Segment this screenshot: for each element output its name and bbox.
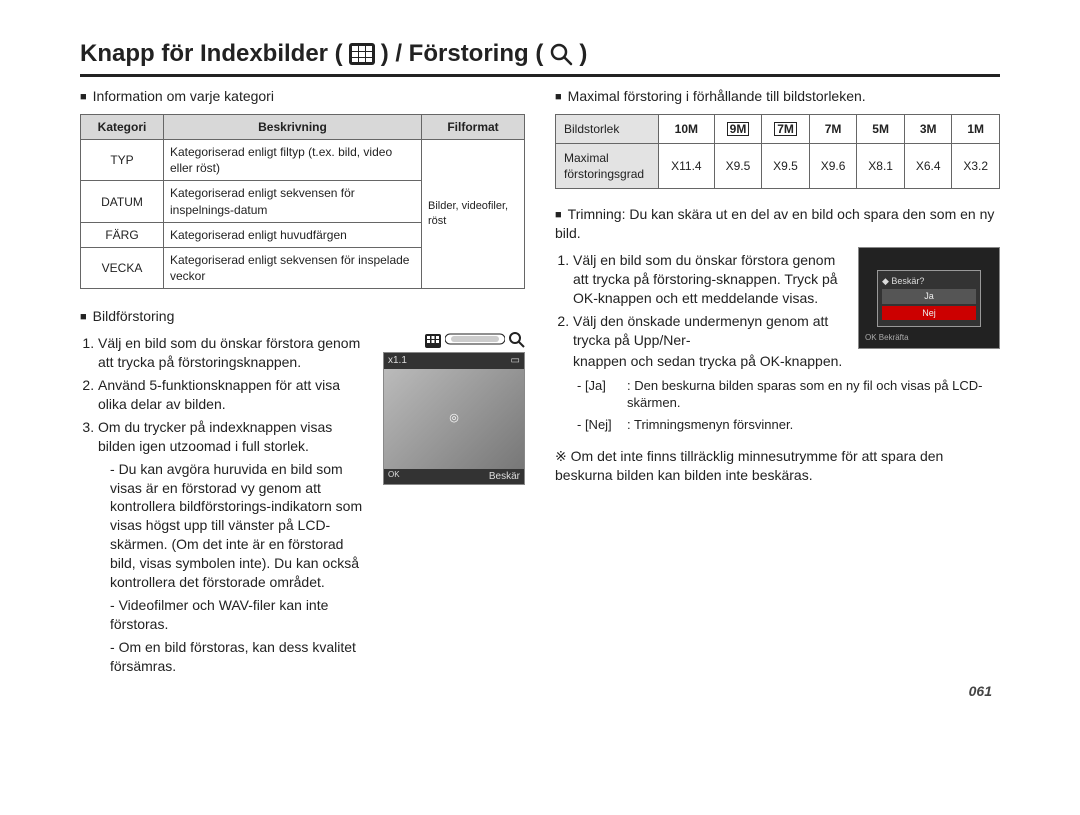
thumbnails-icon (349, 43, 375, 65)
zoom-slider-icon (445, 330, 505, 348)
zoom-heading: ■Bildförstoring (80, 307, 525, 326)
magnify-icon (549, 42, 573, 66)
sample-image-thumb: x1.1▭ ◎ OKBeskär (383, 352, 525, 485)
max-zoom-heading: ■Maximal förstoring i förhållande till b… (555, 87, 1000, 106)
trim-options: - [Ja]: Den beskurna bilden sparas som e… (577, 377, 1000, 434)
trim-steps: Välj en bild som du önskar förstora geno… (555, 251, 844, 353)
confirm-dialog-thumb: ◆ Beskär? Ja Nej OK Bekräfta (858, 247, 1000, 349)
thumbnails-icon (425, 334, 441, 348)
category-table: Kategori Beskrivning Filformat TYP Kateg… (80, 114, 525, 290)
trim-heading: ■Trimning: Du kan skära ut en del av en … (555, 205, 1000, 243)
memory-warning: ※ Om det inte finns tillräcklig minnesut… (555, 447, 1000, 485)
bullet-icon: ■ (555, 209, 562, 221)
zoom-illustration: x1.1▭ ◎ OKBeskär (377, 330, 525, 485)
category-info-heading: ■Information om varje kategori (80, 87, 525, 106)
magnify-icon (509, 332, 525, 348)
page-number: 061 (969, 683, 992, 699)
max-zoom-table: Bildstorlek 10M 9M 7M 7M 5M 3M 1M Maxima… (555, 114, 1000, 190)
trim-step-2-cont: knappen och sedan trycka på OK-knappen. (573, 352, 1000, 371)
bullet-icon: ■ (80, 91, 87, 103)
page-title: Knapp för Indexbilder ( ) / Förstoring (… (80, 40, 1000, 77)
trim-step-2: Välj den önskade undermenyn genom att tr… (573, 312, 844, 350)
bullet-icon: ■ (555, 91, 562, 103)
zoom-steps: Välj en bild som du önskar förstora geno… (80, 334, 369, 679)
zoom-step-3: Om du trycker på indexknappen visas bild… (98, 418, 369, 676)
bullet-icon: ■ (80, 311, 87, 323)
zoom-subnotes: - Du kan avgöra huruvida en bild som vis… (110, 460, 369, 676)
